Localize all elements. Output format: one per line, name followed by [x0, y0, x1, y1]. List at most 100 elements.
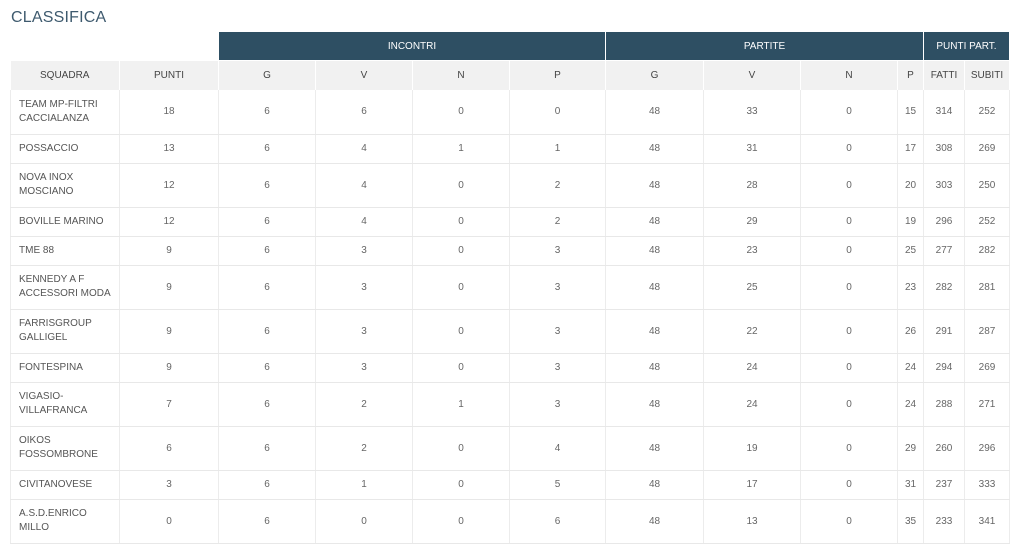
page-title: CLASSIFICA [11, 9, 107, 26]
cell-inc-p: 3 [509, 236, 606, 266]
team-name-line: ACCESSORI MODA [19, 288, 111, 299]
cell-inc-v: 6 [315, 90, 413, 135]
cell-par-n: 0 [800, 353, 898, 383]
team-name-cell[interactable]: POSSACCIO [10, 134, 120, 164]
column-header-squadra[interactable]: SQUADRA [10, 60, 120, 90]
table-row: OIKOS FOSSOMBRONE 6 6 2 0 4 48 19 0 29 260 296 [10, 426, 1010, 471]
cell-par-n: 0 [800, 207, 898, 237]
cell-punti: 0 [119, 499, 219, 544]
table-row: FARRISGROUP GALLIGEL 9 6 3 0 3 48 22 0 26 291 287 [10, 309, 1010, 354]
column-header-incontri-n[interactable]: N [412, 60, 510, 90]
table-row: CIVITANOVESE 3 6 1 0 5 48 17 0 31 237 333 [10, 470, 1010, 500]
cell-par-g: 48 [605, 207, 704, 237]
cell-subiti: 250 [964, 163, 1010, 208]
column-header-partite-p[interactable]: P [897, 60, 924, 90]
team-name-line: CIVITANOVESE [19, 478, 93, 490]
team-name-cell[interactable]: CIVITANOVESE [10, 470, 120, 500]
team-name-line: OIKOS [19, 435, 51, 446]
cell-subiti: 252 [964, 207, 1010, 237]
team-name-cell[interactable]: FONTESPINA [10, 353, 120, 383]
cell-subiti: 252 [964, 90, 1010, 135]
team-name-cell[interactable]: TME 88 [10, 236, 120, 266]
team-name-line: NOVA INOX [19, 172, 74, 183]
cell-par-g: 48 [605, 163, 704, 208]
cell-par-n: 0 [800, 426, 898, 471]
team-name-line: FOSSOMBRONE [19, 449, 98, 460]
cell-inc-g: 6 [218, 426, 316, 471]
table-row: TEAM MP-FILTRI CACCIALANZA 18 6 6 0 0 48 33 0 15 31… [10, 90, 1010, 135]
cell-inc-g: 6 [218, 163, 316, 208]
cell-fatti: 237 [923, 470, 965, 500]
team-name-line: POSSACCIO [19, 142, 79, 154]
cell-par-v: 23 [703, 236, 801, 266]
column-header-incontri-v[interactable]: V [315, 60, 413, 90]
team-name-cell[interactable]: FARRISGROUP GALLIGEL [10, 309, 120, 354]
cell-par-g: 48 [605, 470, 704, 500]
cell-inc-g: 6 [218, 382, 316, 427]
team-name-cell[interactable]: NOVA INOX MOSCIANO [10, 163, 120, 208]
cell-par-p: 25 [897, 236, 924, 266]
cell-inc-v: 0 [315, 499, 413, 544]
cell-inc-p: 0 [509, 90, 606, 135]
cell-punti: 12 [119, 163, 219, 208]
cell-fatti: 291 [923, 309, 965, 354]
cell-par-v: 25 [703, 265, 801, 310]
team-name-line: BOVILLE MARINO [19, 215, 104, 227]
table-row: VIGASIO- VILLAFRANCA 7 6 2 1 3 48 24 0 24 288 271 [10, 382, 1010, 427]
column-header-incontri-p[interactable]: P [509, 60, 606, 90]
cell-inc-g: 6 [218, 90, 316, 135]
column-header-punti[interactable]: PUNTI [119, 60, 219, 90]
cell-par-g: 48 [605, 353, 704, 383]
cell-par-p: 35 [897, 499, 924, 544]
cell-inc-g: 6 [218, 499, 316, 544]
cell-inc-n: 0 [412, 163, 510, 208]
column-header-fatti[interactable]: FATTI [923, 60, 965, 90]
team-name-line: FONTESPINA [19, 361, 83, 373]
team-name-cell[interactable]: TEAM MP-FILTRI CACCIALANZA [10, 90, 120, 135]
team-name-cell[interactable]: A.S.D.ENRICO MILLO [10, 499, 120, 544]
cell-fatti: 277 [923, 236, 965, 266]
cell-inc-p: 6 [509, 499, 606, 544]
cell-subiti: 281 [964, 265, 1010, 310]
cell-inc-v: 1 [315, 470, 413, 500]
team-name-line: KENNEDY A F [19, 274, 85, 285]
cell-subiti: 271 [964, 382, 1010, 427]
cell-inc-n: 0 [412, 207, 510, 237]
table-row: KENNEDY A F ACCESSORI MODA 9 6 3 0 3 48 25 0 23 282… [10, 265, 1010, 310]
cell-par-p: 24 [897, 353, 924, 383]
standings-body: TEAM MP-FILTRI CACCIALANZA 18 6 6 0 0 48 33 0 15 31… [10, 90, 1010, 544]
column-header-partite-g[interactable]: G [605, 60, 704, 90]
team-name-cell[interactable]: OIKOS FOSSOMBRONE [10, 426, 120, 471]
cell-inc-p: 3 [509, 382, 606, 427]
column-header-partite-n[interactable]: N [800, 60, 898, 90]
cell-inc-g: 6 [218, 207, 316, 237]
cell-par-g: 48 [605, 236, 704, 266]
column-header-partite-v[interactable]: V [703, 60, 801, 90]
cell-fatti: 296 [923, 207, 965, 237]
cell-par-n: 0 [800, 236, 898, 266]
cell-inc-p: 3 [509, 309, 606, 354]
cell-inc-g: 6 [218, 134, 316, 164]
cell-par-p: 31 [897, 470, 924, 500]
team-name-cell[interactable]: KENNEDY A F ACCESSORI MODA [10, 265, 120, 310]
cell-par-n: 0 [800, 163, 898, 208]
cell-par-p: 15 [897, 90, 924, 135]
column-header-incontri-g[interactable]: G [218, 60, 316, 90]
column-header-subiti[interactable]: SUBITI [964, 60, 1010, 90]
team-name-line: A.S.D.ENRICO [19, 508, 87, 519]
cell-par-p: 20 [897, 163, 924, 208]
cell-subiti: 333 [964, 470, 1010, 500]
cell-par-v: 28 [703, 163, 801, 208]
cell-inc-n: 0 [412, 426, 510, 471]
table-row: POSSACCIO 13 6 4 1 1 48 31 0 17 308 269 [10, 134, 1010, 164]
cell-inc-p: 3 [509, 265, 606, 310]
group-header-partite: PARTITE [605, 32, 924, 61]
cell-inc-p: 2 [509, 207, 606, 237]
team-name-cell[interactable]: VIGASIO- VILLAFRANCA [10, 382, 120, 427]
team-name-line: CACCIALANZA [19, 112, 90, 124]
team-name-cell[interactable]: BOVILLE MARINO [10, 207, 120, 237]
cell-inc-p: 5 [509, 470, 606, 500]
cell-inc-v: 4 [315, 163, 413, 208]
cell-par-v: 22 [703, 309, 801, 354]
cell-subiti: 269 [964, 134, 1010, 164]
